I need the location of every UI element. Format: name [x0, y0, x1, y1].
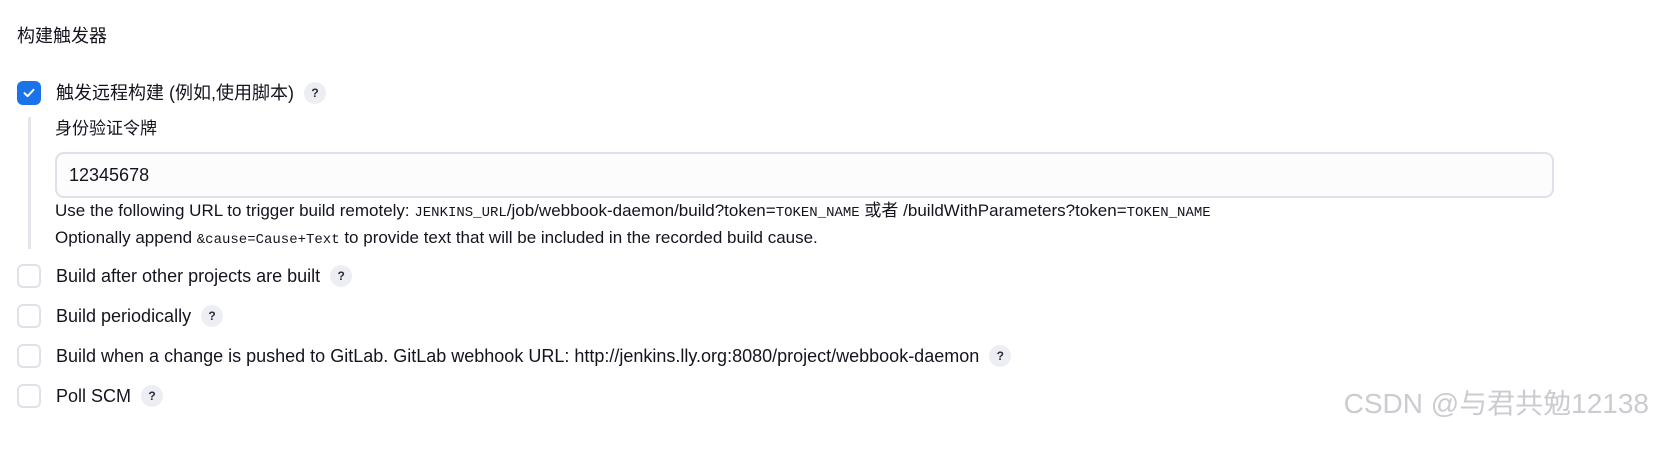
cause-suffix-text: to provide text that will be included in…: [339, 228, 818, 247]
check-icon: [23, 88, 35, 98]
remote-trigger-checkbox[interactable]: [17, 81, 41, 105]
build-after-checkbox[interactable]: [17, 264, 41, 288]
cause-description: Optionally append &cause=Cause+Text to p…: [55, 227, 818, 251]
token-name-code: TOKEN_NAME: [775, 205, 860, 221]
token-input[interactable]: [55, 152, 1554, 198]
gitlab-push-label: Build when a change is pushed to GitLab.…: [56, 346, 980, 366]
build-periodically-checkbox[interactable]: [17, 304, 41, 328]
build-after-label: Build after other projects are built: [56, 266, 321, 286]
build-periodically-label: Build periodically: [56, 306, 192, 326]
help-icon[interactable]: ?: [141, 385, 164, 407]
cause-prefix-text: Optionally append: [55, 228, 197, 247]
help-icon[interactable]: ?: [201, 305, 224, 327]
token-field-label: 身份验证令牌: [55, 119, 157, 138]
url-path-text: /job/webbook-daemon/build?token=: [506, 201, 776, 220]
help-icon[interactable]: ?: [989, 345, 1012, 367]
trigger-url-description: Use the following URL to trigger build r…: [55, 200, 1211, 224]
watermark-text: CSDN @与君共勉12138: [1343, 388, 1649, 419]
alt-path-text: /buildWithParameters?token=: [903, 201, 1127, 220]
option-row-build-after: Build after other projects are built ?: [17, 263, 353, 289]
gitlab-push-checkbox[interactable]: [17, 344, 41, 368]
option-row-poll-scm: Poll SCM ?: [17, 383, 164, 409]
or-text: 或者: [859, 201, 904, 220]
jenkins-url-code: JENKINS_URL: [414, 205, 507, 221]
help-icon[interactable]: ?: [304, 82, 326, 104]
token-name-code-2: TOKEN_NAME: [1126, 205, 1211, 221]
remote-trigger-row: 触发远程构建 (例如,使用脚本) ?: [17, 80, 326, 106]
url-prefix-text: Use the following URL to trigger build r…: [55, 201, 415, 220]
help-icon[interactable]: ?: [330, 265, 353, 287]
option-row-build-periodically: Build periodically ?: [17, 303, 224, 329]
nested-section-bar: [28, 117, 31, 249]
poll-scm-checkbox[interactable]: [17, 384, 41, 408]
poll-scm-label: Poll SCM: [56, 386, 132, 406]
cause-code: &cause=Cause+Text: [196, 232, 340, 248]
remote-trigger-label: 触发远程构建 (例如,使用脚本): [56, 83, 294, 103]
option-row-gitlab-push: Build when a change is pushed to GitLab.…: [17, 343, 1012, 369]
section-title: 构建触发器: [17, 26, 107, 46]
